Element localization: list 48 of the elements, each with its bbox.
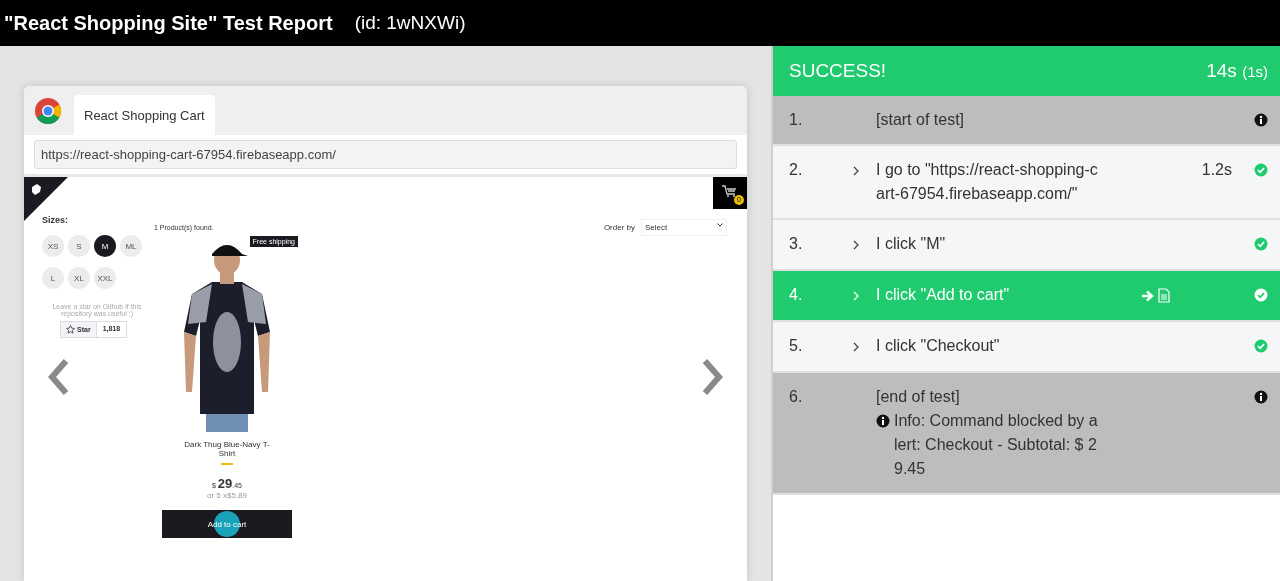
star-icon xyxy=(66,325,75,334)
order-label: Order by xyxy=(603,223,635,232)
document-icon xyxy=(1158,288,1170,303)
product-name: Dark Thug Blue-Navy T-Shirt xyxy=(183,440,271,458)
report-id: (id: 1wNXWi) xyxy=(354,12,466,34)
browser-logo-icon xyxy=(34,96,62,125)
order-select[interactable]: Select xyxy=(641,219,727,236)
step-text: [end of test] xyxy=(876,387,961,407)
size-button[interactable]: XS xyxy=(42,235,64,257)
expand-chevron-icon xyxy=(852,342,860,352)
step-number: 6. xyxy=(789,387,804,407)
step-number: 3. xyxy=(789,234,804,254)
step-text: I click "Add to cart" xyxy=(876,285,1011,305)
installment-price: or 5 x$5.89 xyxy=(207,491,247,500)
test-step-row[interactable]: 6. [end of test] Info: Command blocked by alert: Checkout - Subtotal: $ 29.45 xyxy=(773,373,1280,495)
size-button[interactable]: XXL xyxy=(94,267,116,289)
size-button[interactable]: XL xyxy=(68,267,90,289)
test-step-row[interactable]: 1. [start of test] xyxy=(773,96,1280,146)
step-number: 1. xyxy=(789,110,804,130)
step-number: 5. xyxy=(789,336,804,356)
step-text: [start of test] xyxy=(876,110,966,130)
step-message: Info: Command blocked by alert: Checkout - Subtotal: $ 29.45 xyxy=(894,411,1099,479)
size-button[interactable]: M xyxy=(94,235,116,257)
size-button[interactable]: L xyxy=(42,267,64,289)
size-button[interactable]: S xyxy=(68,235,90,257)
arrow-right-icon xyxy=(1141,288,1155,303)
step-text: I click "Checkout" xyxy=(876,336,1001,356)
expand-chevron-icon xyxy=(852,291,860,301)
caret-icon xyxy=(717,223,723,227)
info-icon xyxy=(876,414,890,428)
expand-chevron-icon xyxy=(852,240,860,250)
test-step-row[interactable]: 3. I click "M" xyxy=(773,220,1280,271)
address-bar[interactable]: https://react-shopping-cart-67954.firebaseapp.com/ xyxy=(34,140,737,169)
step-text: I click "M" xyxy=(876,234,947,254)
step-number: 4. xyxy=(789,285,804,305)
sizes-label: Sizes: xyxy=(42,215,69,225)
test-step-row[interactable]: 5. I click "Checkout" xyxy=(773,322,1280,373)
browser-tab[interactable]: React Shopping Cart xyxy=(74,95,215,135)
test-step-row[interactable]: 2. I go to "https://react-shopping-cart-67954.firebaseapp.com/" 1.2s xyxy=(773,146,1280,220)
step-duration: 1.2s xyxy=(1200,160,1232,180)
expand-chevron-icon xyxy=(852,166,860,176)
size-button[interactable]: ML xyxy=(120,235,142,257)
step-text: I go to "https://react-shopping-cart-67954.firebaseapp.com/" xyxy=(876,160,1099,204)
report-title: "React Shopping Site" Test Report xyxy=(4,11,333,35)
cart-icon xyxy=(721,184,737,198)
result-status: SUCCESS! xyxy=(789,60,887,82)
total-duration: 14s (1s) xyxy=(1206,60,1268,82)
step-number: 2. xyxy=(789,160,804,180)
